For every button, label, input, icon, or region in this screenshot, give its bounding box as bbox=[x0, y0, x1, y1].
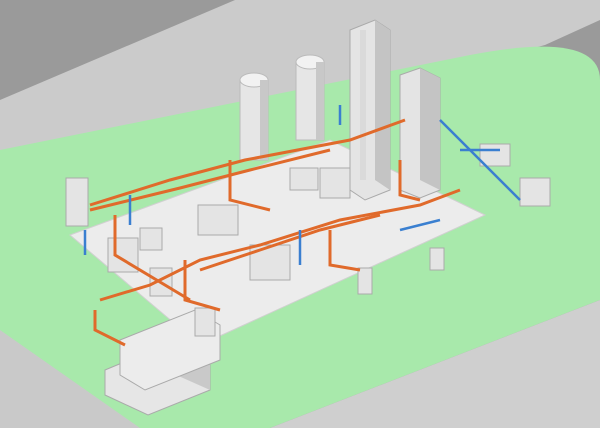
storage-tank-1 bbox=[239, 72, 269, 161]
storage-tank-2 bbox=[295, 54, 325, 141]
column-medium bbox=[399, 67, 441, 199]
plant-3d-model-view bbox=[0, 0, 600, 428]
column-tall bbox=[349, 19, 391, 201]
